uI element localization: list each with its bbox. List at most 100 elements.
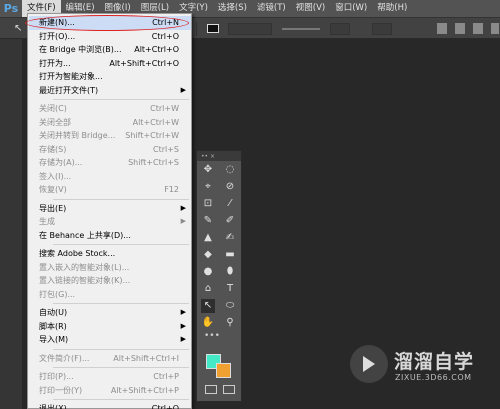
submenu-arrow-icon: ▶ xyxy=(180,321,186,330)
menu-item-shortcut: Ctrl+P xyxy=(153,372,179,381)
tool-row: ⌂ T xyxy=(197,280,241,297)
tool-icon[interactable]: ◌ xyxy=(223,163,237,177)
file-menu-item: 签入(I)... xyxy=(29,170,191,184)
path-alignment-icon[interactable] xyxy=(455,23,465,34)
tool-icon[interactable]: ⬮ xyxy=(223,265,237,279)
file-menu-item: 打印一份(Y) Alt+Shift+Ctrl+P xyxy=(29,384,191,398)
menu-item-shortcut: Alt+Shift+Ctrl+O xyxy=(109,58,179,68)
file-menu-item: 文件简介(F)... Alt+Shift+Ctrl+I xyxy=(29,352,191,366)
tool-row: ◆ ▬ xyxy=(197,246,241,263)
menu-item-label: 退出(X) xyxy=(39,404,67,409)
file-menu-item: 打包(G)... xyxy=(29,288,191,302)
tool-icon[interactable]: ▬ xyxy=(223,248,237,262)
menu-item-label: 打印一份(Y) xyxy=(39,385,83,395)
submenu-arrow-icon: ▶ xyxy=(180,308,186,316)
menu-item-label: 在 Behance 上共享(D)... xyxy=(39,230,131,240)
menu-item-label: 关闭(C) xyxy=(39,104,67,113)
tool-icon[interactable]: ✥ xyxy=(201,163,215,177)
menu-7[interactable]: 视图(V) xyxy=(291,0,330,17)
menu-item-shortcut: Ctrl+O xyxy=(151,31,179,41)
tool-row: ✋ ⚲ xyxy=(197,314,241,331)
file-menu-item[interactable]: 退出(X) Ctrl+Q xyxy=(29,402,191,409)
menu-item-label: 存储为(A)... xyxy=(39,158,83,167)
file-menu-item[interactable]: 在 Behance 上共享(D)... xyxy=(29,229,191,243)
tool-icon[interactable]: ✐ xyxy=(223,214,237,228)
selection-tool-icon[interactable]: ↖ xyxy=(14,23,22,35)
file-menu-item: 打印(P)... Ctrl+P xyxy=(29,370,191,384)
path-operations-icon[interactable] xyxy=(437,23,447,34)
menu-8[interactable]: 窗口(W) xyxy=(330,0,372,17)
menu-6[interactable]: 滤镜(T) xyxy=(252,0,291,17)
menu-item-label: 文件简介(F)... xyxy=(39,353,90,363)
background-color-swatch[interactable] xyxy=(216,363,231,378)
panel-header-controls[interactable]: •• × xyxy=(201,153,215,160)
tool-icon[interactable]: ⌂ xyxy=(201,282,215,296)
file-menu-item[interactable]: 打开为... Alt+Shift+Ctrl+O xyxy=(29,57,191,71)
tools-panel-header[interactable]: •• × xyxy=(197,151,241,161)
tool-row: ✥ ◌ xyxy=(197,161,241,178)
menu-item-label: 打开为智能对象... xyxy=(39,72,103,81)
tool-row: ⊡ ⁄ xyxy=(197,195,241,212)
more-tools-icon[interactable]: ••• xyxy=(197,331,241,345)
file-menu-item[interactable]: 搜索 Adobe Stock... xyxy=(29,247,191,261)
stroke-width-dropdown[interactable] xyxy=(228,23,272,35)
file-menu-item[interactable]: 打开(O)... Ctrl+O xyxy=(29,30,191,44)
file-menu-dropdown: 新建(N)... Ctrl+N 打开(O)... Ctrl+O 在 Bridge 中浏览… xyxy=(25,13,192,409)
file-menu-item[interactable]: 导出(E) ▶ xyxy=(29,202,191,216)
file-menu-item[interactable]: 导入(M) ▶ xyxy=(29,333,191,347)
tool-icon[interactable]: ⌖ xyxy=(201,180,215,194)
divider xyxy=(196,22,197,36)
screen-mode-icon[interactable] xyxy=(223,385,235,394)
menu-item-label: 生成 xyxy=(39,217,55,226)
menu-item-label: 存储(S) xyxy=(39,144,67,154)
menu-item-shortcut: Ctrl+Q xyxy=(151,404,179,409)
stroke-type-dropdown[interactable] xyxy=(282,28,320,30)
tool-icon[interactable]: ✍ xyxy=(223,231,237,245)
menu-item-label: 脚本(R) xyxy=(39,321,67,331)
file-menu-item[interactable]: 在 Bridge 中浏览(B)... Alt+Ctrl+O xyxy=(29,43,191,57)
tool-icon[interactable]: ◆ xyxy=(201,248,215,262)
menu-item-shortcut: Alt+Ctrl+O xyxy=(134,45,179,54)
menu-item-label: 关闭全部 xyxy=(39,117,71,127)
file-menu-item: 置入嵌入的智能对象(L)... xyxy=(29,261,191,275)
tool-row: ✎ ✐ xyxy=(197,212,241,229)
photoshop-logo: Ps xyxy=(3,2,19,15)
submenu-arrow-icon: ▶ xyxy=(180,85,186,94)
file-menu-item[interactable]: 最近打开文件(T) ▶ xyxy=(29,84,191,98)
menu-item-label: 导出(E) xyxy=(39,203,67,213)
menu-item-label: 自动(U) xyxy=(39,308,68,317)
width-field[interactable] xyxy=(330,23,350,35)
menu-separator xyxy=(53,303,189,304)
menu-item-label: 在 Bridge 中浏览(B)... xyxy=(39,45,122,54)
tool-icon[interactable]: ▲ xyxy=(201,231,215,245)
stroke-color-swatch[interactable] xyxy=(207,24,219,33)
menu-separator xyxy=(53,367,189,368)
tool-icon[interactable]: ✎ xyxy=(201,214,215,228)
tool-icon[interactable]: ⚲ xyxy=(223,316,237,330)
file-menu-item[interactable]: 脚本(R) ▶ xyxy=(29,320,191,334)
tool-icon[interactable]: ⬭ xyxy=(223,299,237,313)
tool-icon[interactable]: ⁄ xyxy=(223,197,237,211)
quick-mask-icon[interactable] xyxy=(205,385,217,394)
tool-icon[interactable]: ✋ xyxy=(201,316,215,330)
tool-icon[interactable]: ⊘ xyxy=(223,180,237,194)
menu-separator xyxy=(53,99,189,100)
file-menu-item: 恢复(V) F12 xyxy=(29,183,191,197)
menu-item-label: 关闭并转到 Bridge... xyxy=(39,131,116,140)
menu-9[interactable]: 帮助(H) xyxy=(372,0,412,17)
path-arrangement-icon[interactable] xyxy=(473,23,483,34)
tool-icon[interactable]: ● xyxy=(201,265,215,279)
file-menu-item: 存储为(A)... Shift+Ctrl+S xyxy=(29,156,191,170)
file-menu-item: 关闭全部 Alt+Ctrl+W xyxy=(29,116,191,130)
tool-icon[interactable]: ⊡ xyxy=(201,197,215,211)
settings-gear-icon[interactable] xyxy=(491,23,499,34)
menu-item-shortcut: Shift+Ctrl+S xyxy=(128,158,179,167)
submenu-arrow-icon: ▶ xyxy=(180,335,186,343)
file-menu-item[interactable]: 自动(U) ▶ xyxy=(29,306,191,320)
file-menu-item[interactable]: 打开为智能对象... xyxy=(29,70,191,84)
menu-5[interactable]: 选择(S) xyxy=(213,0,252,17)
tool-icon[interactable]: ↖ xyxy=(201,298,215,313)
tool-row: ● ⬮ xyxy=(197,263,241,280)
height-field[interactable] xyxy=(372,23,392,35)
tool-icon[interactable]: T xyxy=(223,282,237,296)
